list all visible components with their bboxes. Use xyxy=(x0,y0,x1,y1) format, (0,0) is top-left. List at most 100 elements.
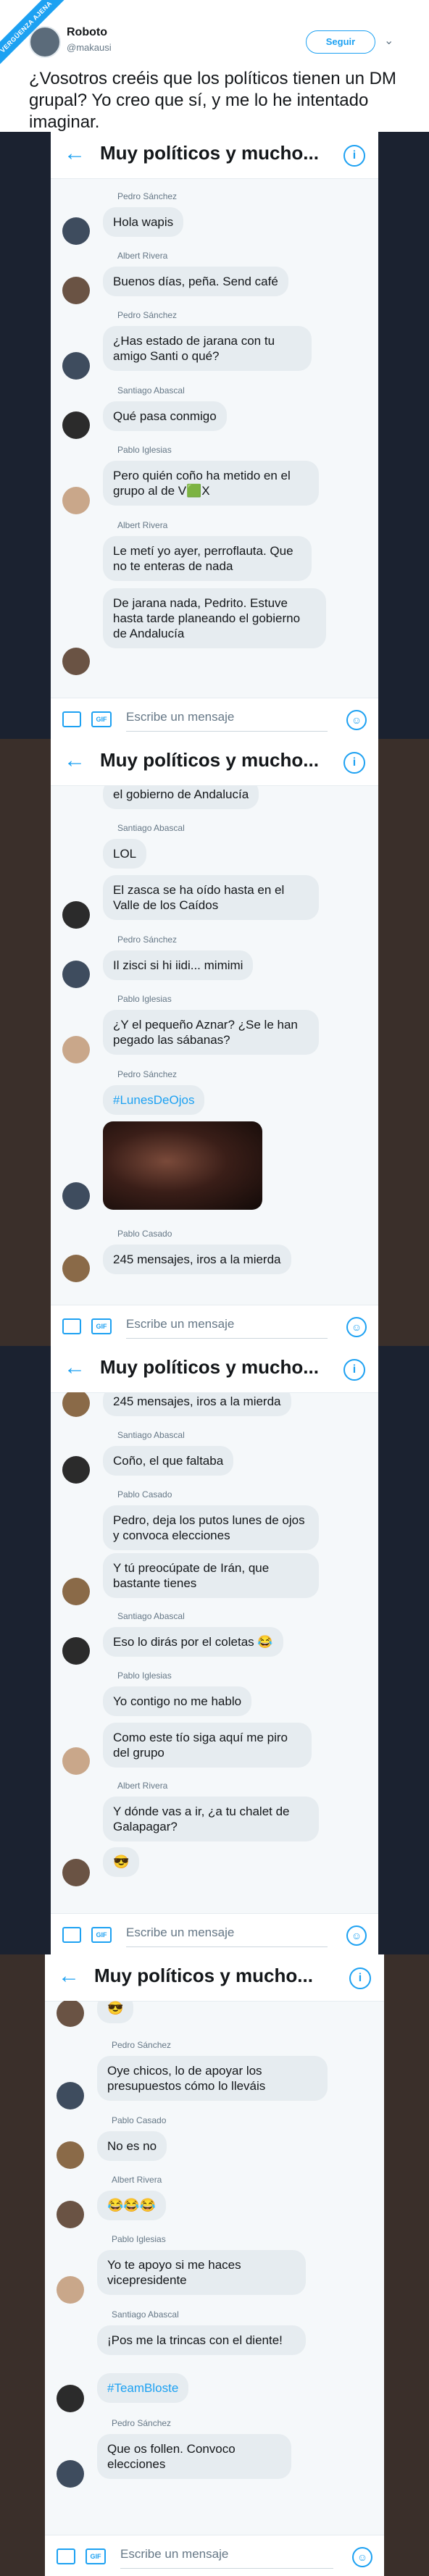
message-bubble[interactable]: Le metí yo ayer, perroflauta. Que no te … xyxy=(103,536,312,581)
message-bubble[interactable]: Yo te apoyo si me haces vicepresidente xyxy=(97,2250,306,2295)
message-bubble[interactable]: Il zisci si hi iidi... mimimi xyxy=(103,950,254,980)
message-bubble[interactable]: Y tú preocúpate de Irán, que bastante ti… xyxy=(103,1553,319,1598)
avatar[interactable] xyxy=(62,1859,90,1886)
message-bubble[interactable]: Hola wapis xyxy=(103,207,184,237)
message-bubble[interactable]: De jarana nada, Pedrito. Estuve hasta ta… xyxy=(103,588,326,648)
follow-button[interactable]: Seguir xyxy=(306,30,375,54)
message-bubble[interactable]: Qué pasa conmigo xyxy=(103,401,227,431)
dm-screen-2: ← Muy políticos y mucho... i el gobierno… xyxy=(51,739,378,1346)
avatar[interactable] xyxy=(62,1456,90,1484)
chevron-down-icon[interactable]: ⌄ xyxy=(384,33,393,48)
sender-name: Pablo Iglesias xyxy=(117,994,172,1004)
avatar[interactable] xyxy=(62,352,90,380)
message-bubble[interactable]: Como este tío siga aquí me piro del grup… xyxy=(103,1723,312,1768)
message-input[interactable]: Escribe un mensaje xyxy=(126,1925,234,1940)
avatar[interactable] xyxy=(57,2001,84,2027)
avatar[interactable] xyxy=(62,411,90,439)
message-bubble[interactable]: ¿Y el pequeño Aznar? ¿Se le han pegado l… xyxy=(103,1010,319,1055)
message-bubble[interactable]: el gobierno de Andalucía xyxy=(103,785,259,809)
emoji-icon[interactable]: ☺ xyxy=(346,1317,367,1337)
back-arrow-icon[interactable]: ← xyxy=(64,1356,87,1379)
input-underline xyxy=(126,1338,328,1339)
avatar[interactable] xyxy=(62,1182,90,1210)
image-icon[interactable] xyxy=(62,1318,81,1334)
gif-icon[interactable]: GIF xyxy=(86,2548,106,2564)
message-list: el gobierno de Andalucía Santiago Abasca… xyxy=(51,785,378,1305)
screenshot-frame-3: ← Muy políticos y mucho... i 245 mensaje… xyxy=(0,1346,429,1954)
gif-icon[interactable]: GIF xyxy=(91,711,112,727)
avatar[interactable] xyxy=(57,2141,84,2169)
message-bubble[interactable]: Y dónde vas a ir, ¿a tu chalet de Galapa… xyxy=(103,1797,319,1841)
hashtag-link[interactable]: #LunesDeOjos xyxy=(103,1085,205,1115)
avatar[interactable] xyxy=(57,2385,84,2412)
photo-message[interactable] xyxy=(103,1121,262,1210)
avatar[interactable] xyxy=(62,1578,90,1605)
message-bubble[interactable]: 😂😂😂 xyxy=(97,2191,167,2220)
message-bubble[interactable]: 😎 xyxy=(97,2001,134,2023)
tweet-header: Roboto @makausi Seguir ⌄ ¿Vosotros creéi… xyxy=(0,0,429,145)
message-bubble[interactable]: Yo contigo no me hablo xyxy=(103,1686,252,1716)
image-icon[interactable] xyxy=(62,711,81,727)
author-handle[interactable]: @makausi xyxy=(67,42,112,53)
avatar[interactable] xyxy=(29,26,61,58)
avatar[interactable] xyxy=(62,487,90,514)
gif-icon[interactable]: GIF xyxy=(91,1927,112,1943)
message-bubble[interactable]: No es no xyxy=(97,2131,167,2161)
back-arrow-icon[interactable]: ← xyxy=(64,142,87,165)
chat-title[interactable]: Muy políticos y mucho... xyxy=(100,142,319,164)
message-bubble[interactable]: Eso lo dirás por el coletas 😂 xyxy=(103,1627,283,1657)
sender-name: Pedro Sánchez xyxy=(117,191,178,201)
avatar[interactable] xyxy=(57,2082,84,2109)
avatar[interactable] xyxy=(62,1637,90,1665)
avatar[interactable] xyxy=(62,1036,90,1063)
chat-title[interactable]: Muy políticos y mucho... xyxy=(100,1356,319,1379)
sender-name: Albert Rivera xyxy=(117,520,168,530)
message-bubble[interactable]: ¡Pos me la trincas con el diente! xyxy=(97,2325,306,2355)
avatar[interactable] xyxy=(62,901,90,929)
avatar[interactable] xyxy=(62,217,90,245)
message-bubble[interactable]: Que os follen. Convoco elecciones xyxy=(97,2434,291,2479)
back-arrow-icon[interactable]: ← xyxy=(58,1965,81,1988)
chat-title[interactable]: Muy políticos y mucho... xyxy=(94,1965,313,1987)
avatar[interactable] xyxy=(62,961,90,988)
gif-icon[interactable]: GIF xyxy=(91,1318,112,1334)
message-bubble[interactable]: Buenos días, peña. Send café xyxy=(103,267,288,296)
info-icon[interactable]: i xyxy=(343,752,365,774)
message-bubble[interactable]: 245 mensajes, iros a la mierda xyxy=(103,1245,291,1274)
message-bubble[interactable]: ¿Has estado de jarana con tu amigo Santi… xyxy=(103,326,312,371)
avatar[interactable] xyxy=(57,2201,84,2228)
message-input[interactable]: Escribe un mensaje xyxy=(126,1317,234,1331)
emoji-icon[interactable]: ☺ xyxy=(346,710,367,730)
message-input[interactable]: Escribe un mensaje xyxy=(120,2547,228,2562)
info-icon[interactable]: i xyxy=(343,1359,365,1381)
hashtag-link[interactable]: #TeamBloste xyxy=(97,2373,189,2403)
message-bubble[interactable]: Pero quién coño ha metido en el grupo al… xyxy=(103,461,319,506)
message-bubble[interactable]: 245 mensajes, iros a la mierda xyxy=(103,1392,291,1416)
avatar[interactable] xyxy=(62,277,90,304)
sender-name: Pablo Iglesias xyxy=(117,445,172,455)
message-bubble[interactable]: El zasca se ha oído hasta en el Valle de… xyxy=(103,875,319,920)
avatar[interactable] xyxy=(62,1747,90,1775)
emoji-icon[interactable]: ☺ xyxy=(346,1925,367,1946)
tweet-text: ¿Vosotros creéis que los políticos tiene… xyxy=(29,69,396,132)
avatar[interactable] xyxy=(62,1392,90,1417)
image-icon[interactable] xyxy=(57,2548,75,2564)
chat-title[interactable]: Muy políticos y mucho... xyxy=(100,749,319,771)
message-bubble[interactable]: 😎 xyxy=(103,1847,140,1877)
author-name[interactable]: Roboto xyxy=(67,26,107,39)
avatar[interactable] xyxy=(57,2460,84,2488)
message-bubble[interactable]: Coño, el que faltaba xyxy=(103,1446,234,1476)
sender-name: Pedro Sánchez xyxy=(112,2418,172,2428)
message-input[interactable]: Escribe un mensaje xyxy=(126,710,234,724)
back-arrow-icon[interactable]: ← xyxy=(64,749,87,772)
emoji-icon[interactable]: ☺ xyxy=(352,2547,372,2567)
avatar[interactable] xyxy=(62,1255,90,1282)
message-bubble[interactable]: Oye chicos, lo de apoyar los presupuesto… xyxy=(97,2056,328,2101)
message-bubble[interactable]: Pedro, deja los putos lunes de ojos y co… xyxy=(103,1505,319,1550)
message-bubble[interactable]: LOL xyxy=(103,839,147,869)
info-icon[interactable]: i xyxy=(349,1967,371,1989)
avatar[interactable] xyxy=(57,2276,84,2304)
avatar[interactable] xyxy=(62,648,90,675)
info-icon[interactable]: i xyxy=(343,145,365,167)
image-icon[interactable] xyxy=(62,1927,81,1943)
